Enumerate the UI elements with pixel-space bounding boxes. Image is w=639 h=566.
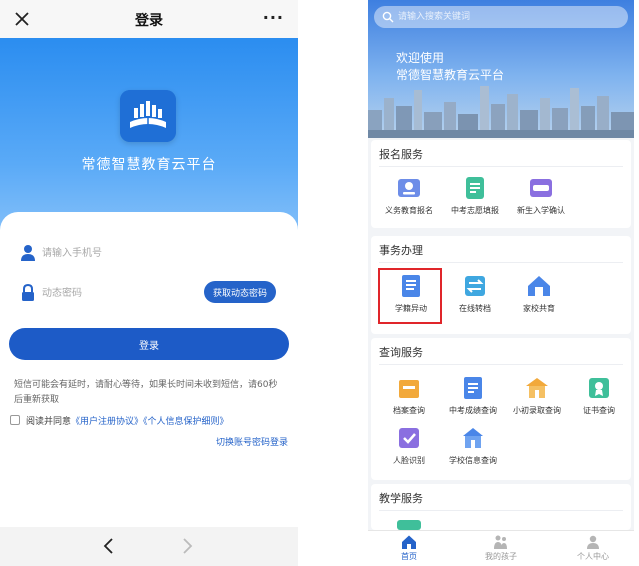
phone-field <box>20 240 280 268</box>
transfer-file-icon <box>465 276 485 296</box>
back-arrow-icon[interactable] <box>100 537 118 555</box>
tile-face-recognition[interactable]: 人脸识别 <box>379 424 439 478</box>
sms-notice: 短信可能会有延时，请耐心等待，如果长时间未收到短信，请60秒后重新获取 <box>14 380 278 405</box>
tab-my-children[interactable]: 我的孩子 <box>466 534 536 562</box>
highlight-box <box>378 268 442 324</box>
divider <box>379 166 623 167</box>
tile-online-transfer[interactable]: 在线转档 <box>445 272 505 326</box>
tile-label: 小初录取查询 <box>513 406 561 415</box>
divider <box>379 364 623 365</box>
switch-password-login-link[interactable]: 切换账号密码登录 <box>216 435 288 448</box>
platform-logo-icon <box>120 90 176 142</box>
tile-certificate-query[interactable]: 证书查询 <box>569 374 629 428</box>
tile-label: 新生入学确认 <box>517 206 565 215</box>
login-screen: 登录 ··· 常德智慧教育云平台 获取动态密码 登录 短信可能会有延时，请耐心等… <box>0 0 298 566</box>
tab-label: 我的孩子 <box>485 552 517 561</box>
home-banner: 欢迎使用 常德智慧教育云平台 <box>368 0 634 138</box>
welcome-text: 欢迎使用 常德智慧教育云平台 <box>396 50 504 84</box>
score-report-icon <box>464 377 482 399</box>
user-icon <box>21 245 35 261</box>
more-icon[interactable]: ··· <box>263 8 284 27</box>
privacy-link[interactable]: 《个人信息保护细则》 <box>143 417 229 427</box>
section-query: 查询服务 档案查询 中考成绩查询 小初录取查询 证书查询 人脸识别 学校信息查询 <box>371 338 631 480</box>
volunteer-form-icon <box>466 177 484 199</box>
tile-compulsory-enroll[interactable]: 义务教育报名 <box>379 174 439 228</box>
forward-arrow-icon[interactable] <box>178 537 196 555</box>
tile-exam-score-query[interactable]: 中考成绩查询 <box>443 374 503 428</box>
platform-name: 常德智慧教育云平台 <box>81 157 217 173</box>
home-screen: 欢迎使用 常德智慧教育云平台 报名服务 <box>368 0 634 566</box>
face-check-icon <box>399 428 419 448</box>
agreement-row: 阅读并同意《用户注册协议》《个人信息保护细则》 <box>10 414 229 427</box>
agree-checkbox[interactable] <box>10 415 20 425</box>
tile-label: 学校信息查询 <box>449 456 497 465</box>
home-school-icon <box>528 276 550 296</box>
code-input[interactable] <box>42 282 202 304</box>
tile-label: 人脸识别 <box>393 456 425 465</box>
tile-home-school[interactable]: 家校共育 <box>509 272 569 326</box>
get-code-button[interactable]: 获取动态密码 <box>204 281 276 303</box>
tile-exam-volunteer[interactable]: 中考志愿填报 <box>445 174 505 228</box>
search-icon <box>382 11 394 23</box>
browser-bottom-bar <box>0 527 298 566</box>
archive-icon <box>399 380 419 398</box>
tile-label: 家校共育 <box>523 304 555 313</box>
section-title-query: 查询服务 <box>379 346 423 359</box>
section-enroll: 报名服务 义务教育报名 中考志愿填报 新生入学确认 <box>371 140 631 228</box>
home-icon <box>402 535 416 549</box>
login-button[interactable]: 登录 <box>9 328 289 360</box>
tile-label: 档案查询 <box>393 406 425 415</box>
lock-icon <box>22 284 34 301</box>
tile-label: 在线转档 <box>459 304 491 313</box>
login-top-bar: 登录 ··· <box>0 0 298 38</box>
school-icon <box>526 378 548 398</box>
city-skyline-image <box>368 86 634 138</box>
tile-label: 义务教育报名 <box>385 206 433 215</box>
bottom-tab-bar: 首页 我的孩子 个人中心 <box>368 530 634 566</box>
person-icon <box>587 535 599 549</box>
login-title: 登录 <box>135 13 163 29</box>
section-teaching: 教学服务 <box>371 484 631 530</box>
section-title-teaching: 教学服务 <box>379 492 423 505</box>
search-bar[interactable] <box>374 6 628 28</box>
tile-label: 中考志愿填报 <box>451 206 499 215</box>
tile-label: 证书查询 <box>583 406 615 415</box>
section-title-affairs: 事务办理 <box>379 244 423 257</box>
tab-home[interactable]: 首页 <box>374 534 444 562</box>
search-input[interactable] <box>398 9 598 25</box>
new-badge-icon <box>530 179 552 197</box>
tab-label: 个人中心 <box>577 552 609 561</box>
divider <box>379 510 623 511</box>
phone-input[interactable] <box>42 242 202 264</box>
enroll-form-icon <box>398 179 420 197</box>
section-title-enroll: 报名服务 <box>379 148 423 161</box>
building-icon <box>463 428 483 448</box>
tile-label: 中考成绩查询 <box>449 406 497 415</box>
terms-link[interactable]: 《用户注册协议》 <box>71 417 143 427</box>
divider <box>379 262 623 263</box>
tile-new-student-confirm[interactable]: 新生入学确认 <box>511 174 571 228</box>
tile-admission-query[interactable]: 小初录取查询 <box>507 374 567 428</box>
tile-archive-query[interactable]: 档案查询 <box>379 374 439 428</box>
tile-school-info-query[interactable]: 学校信息查询 <box>443 424 503 478</box>
tab-label: 首页 <box>401 552 417 561</box>
family-icon <box>494 535 507 549</box>
agree-prefix: 阅读并同意 <box>26 417 72 427</box>
tab-personal-center[interactable]: 个人中心 <box>558 534 628 562</box>
teaching-icon <box>397 520 421 530</box>
certificate-icon <box>589 378 609 398</box>
welcome-line-1: 欢迎使用 <box>396 51 445 65</box>
